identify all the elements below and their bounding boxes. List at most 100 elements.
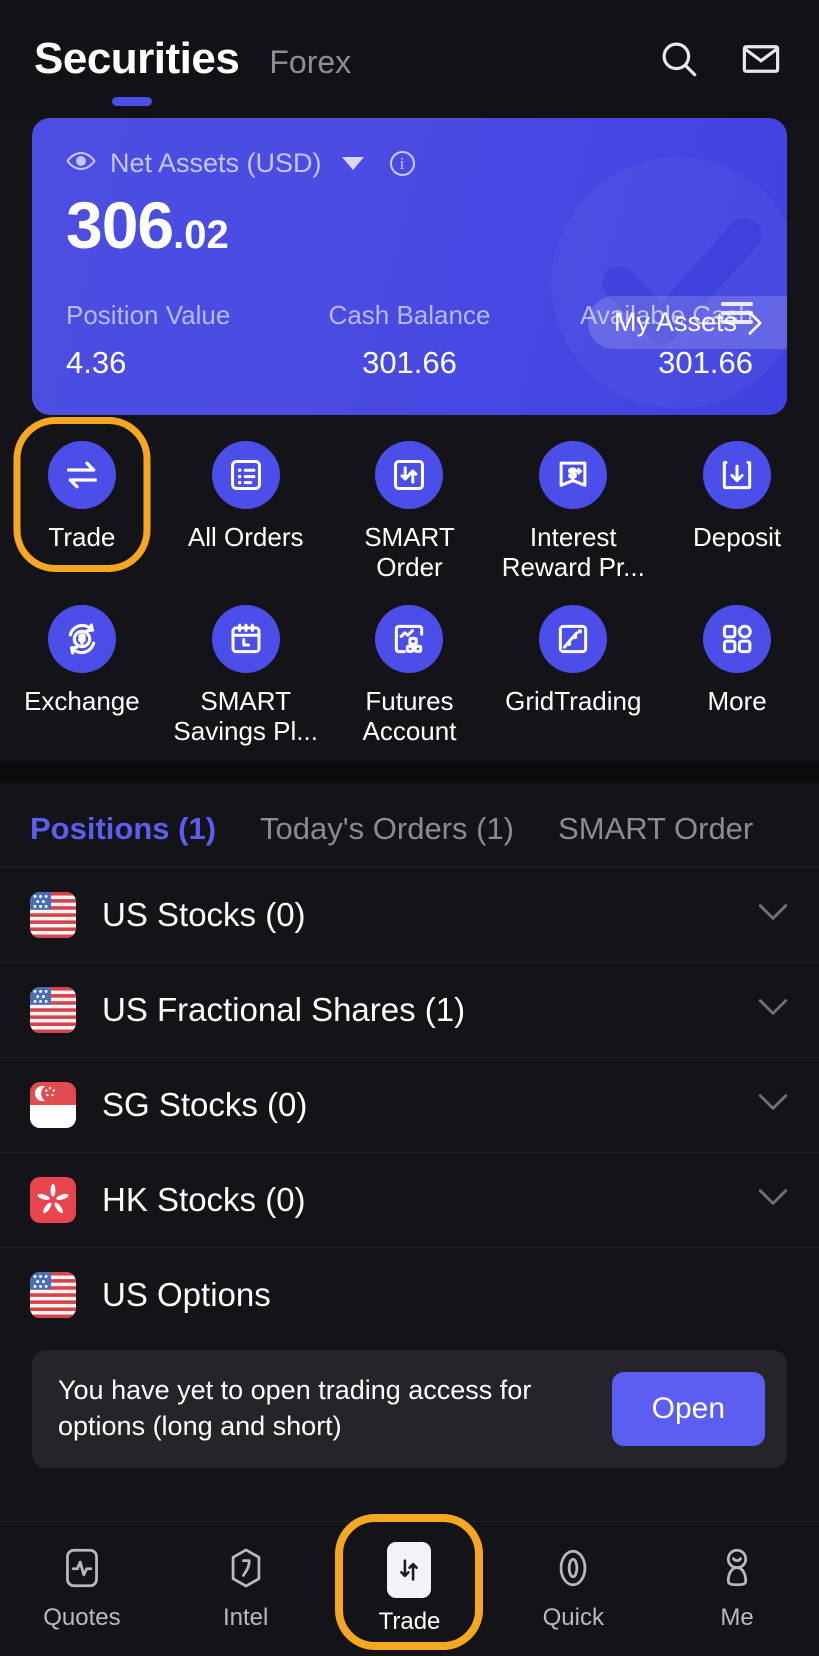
tab-forex[interactable]: Forex [269, 44, 351, 81]
nav-item-quotes[interactable]: Quotes [0, 1547, 164, 1632]
search-icon[interactable] [655, 35, 703, 83]
open-button[interactable]: Open [611, 1371, 765, 1446]
quick-actions-row-2: Exchange SMART Savings Pl... Futures Acc… [0, 604, 819, 747]
table-row[interactable]: US Options [0, 1246, 819, 1342]
quick-action-label: Futures Account [362, 685, 457, 746]
quick-action-label: GridTrading [505, 685, 642, 716]
stat-position-value: Position Value 4.36 [66, 300, 295, 381]
quick-action-label: SMART Savings Pl... [173, 685, 318, 746]
nav-label: Quotes [43, 1603, 121, 1631]
chevron-right-icon [748, 310, 762, 335]
quick-action-exchange[interactable]: Exchange [0, 604, 164, 747]
quick-actions-row-1: Trade All Orders SMART Order Interest Re… [0, 417, 819, 583]
quick-action-label: More [707, 685, 767, 716]
net-assets-card[interactable]: Net Assets (USD) i 306.02 My Assets Posi… [32, 118, 787, 415]
nav-item-intel[interactable]: Intel [164, 1547, 328, 1632]
amount-integer: 306 [66, 188, 174, 262]
nav-label: Trade [378, 1608, 441, 1635]
chevron-down-icon[interactable] [757, 902, 789, 927]
stat-cash-balance: Cash Balance 301.66 [295, 300, 524, 381]
quick-action-interest-reward[interactable]: Interest Reward Pr... [491, 441, 655, 583]
us-flag-icon [30, 891, 76, 938]
position-label: US Fractional Shares (1) [102, 990, 466, 1028]
quick-action-trade[interactable]: Trade [0, 417, 164, 583]
position-label: US Options [102, 1275, 271, 1313]
quick-action-more[interactable]: More [655, 604, 819, 747]
info-icon[interactable]: i [389, 151, 415, 176]
position-label: US Stocks (0) [102, 895, 306, 933]
quick-action-smart-savings[interactable]: SMART Savings Pl... [164, 604, 328, 747]
currency-exchange-icon [47, 604, 116, 673]
chevron-down-icon[interactable] [757, 997, 789, 1022]
calendar-icon [211, 604, 280, 673]
tab-positions[interactable]: Positions (1) [30, 811, 216, 847]
quick-action-futures-account[interactable]: Futures Account [328, 604, 492, 747]
net-assets-amount: 306.02 [66, 187, 753, 263]
amount-decimal: .02 [173, 213, 229, 257]
sg-flag-icon [30, 1081, 76, 1128]
table-row[interactable]: HK Stocks (0) [0, 1151, 819, 1247]
us-flag-icon [30, 1271, 76, 1318]
swap-arrows-icon [47, 441, 116, 509]
hk-flag-icon [30, 1176, 76, 1223]
nav-label: Me [720, 1603, 754, 1631]
active-tab-indicator [112, 97, 152, 106]
quick-action-label: SMART Order [364, 522, 455, 582]
stat-label: Position Value [66, 300, 231, 330]
positions-tabs: Positions (1) Today's Orders (1) SMART O… [0, 782, 819, 867]
intel-hexagon-icon [227, 1547, 265, 1594]
quick-action-label: Exchange [24, 685, 140, 716]
quick-leaf-icon [554, 1547, 592, 1594]
net-assets-label: Net Assets (USD) [110, 148, 322, 178]
stat-value: 301.66 [658, 345, 753, 380]
quick-action-deposit[interactable]: Deposit [655, 441, 819, 583]
stat-value: 4.36 [66, 345, 127, 380]
quotes-waveform-icon [63, 1547, 101, 1594]
net-assets-row[interactable]: Net Assets (USD) i [66, 148, 753, 179]
nav-label: Intel [223, 1603, 269, 1631]
us-flag-icon [30, 986, 76, 1033]
app-header: Securities Forex [0, 0, 819, 118]
chevron-down-icon[interactable] [757, 1187, 789, 1212]
position-label: SG Stocks (0) [102, 1085, 308, 1123]
nav-label: Quick [542, 1603, 604, 1631]
table-row[interactable]: US Fractional Shares (1) [0, 961, 819, 1057]
tab-smart-order[interactable]: SMART Order [558, 811, 753, 847]
apps-grid-icon [703, 604, 772, 673]
notice-text: You have yet to open trading access for … [58, 1374, 532, 1441]
positions-list: US Stocks (0) US Fractional Shares (1) S… [0, 866, 819, 1342]
trading-app-screen: Securities Forex Net Assets (USD) i 306.… [0, 0, 819, 1656]
nav-item-me[interactable]: Me [655, 1547, 819, 1632]
quick-actions: Trade All Orders SMART Order Interest Re… [0, 415, 819, 761]
dollar-plus-badge-icon [539, 441, 608, 509]
table-row[interactable]: SG Stocks (0) [0, 1056, 819, 1152]
mail-icon[interactable] [737, 35, 785, 83]
position-label: HK Stocks (0) [102, 1180, 306, 1218]
section-divider [0, 760, 819, 783]
quick-action-gridtrading[interactable]: GridTrading [491, 604, 655, 747]
options-notice: You have yet to open trading access for … [32, 1349, 787, 1468]
chevron-down-icon[interactable] [757, 1092, 789, 1117]
chevron-down-icon[interactable] [341, 157, 364, 170]
person-icon [718, 1547, 756, 1594]
download-box-icon [703, 441, 772, 509]
table-row[interactable]: US Stocks (0) [0, 866, 819, 962]
quick-action-label: Interest Reward Pr... [501, 522, 645, 582]
options-notice-wrapper: You have yet to open trading access for … [0, 1341, 819, 1468]
my-assets-button[interactable]: My Assets [587, 296, 787, 349]
swap-arrows-icon [387, 1542, 432, 1598]
page-title[interactable]: Securities [34, 34, 240, 84]
tab-todays-orders[interactable]: Today's Orders (1) [260, 811, 514, 847]
header-actions [655, 35, 785, 83]
stat-label: Cash Balance [328, 300, 491, 330]
quick-action-label: Deposit [693, 522, 782, 552]
nav-item-trade[interactable]: Trade [328, 1514, 492, 1650]
up-down-arrows-box-icon [375, 441, 444, 509]
list-document-icon [211, 441, 280, 509]
asset-card-wrapper: Net Assets (USD) i 306.02 My Assets Posi… [0, 118, 819, 415]
grid-chart-icon [539, 604, 608, 673]
quick-action-smart-order[interactable]: SMART Order [328, 441, 492, 583]
quick-action-all-orders[interactable]: All Orders [164, 441, 328, 583]
nav-item-quick[interactable]: Quick [491, 1547, 655, 1632]
eye-icon[interactable] [66, 150, 96, 177]
